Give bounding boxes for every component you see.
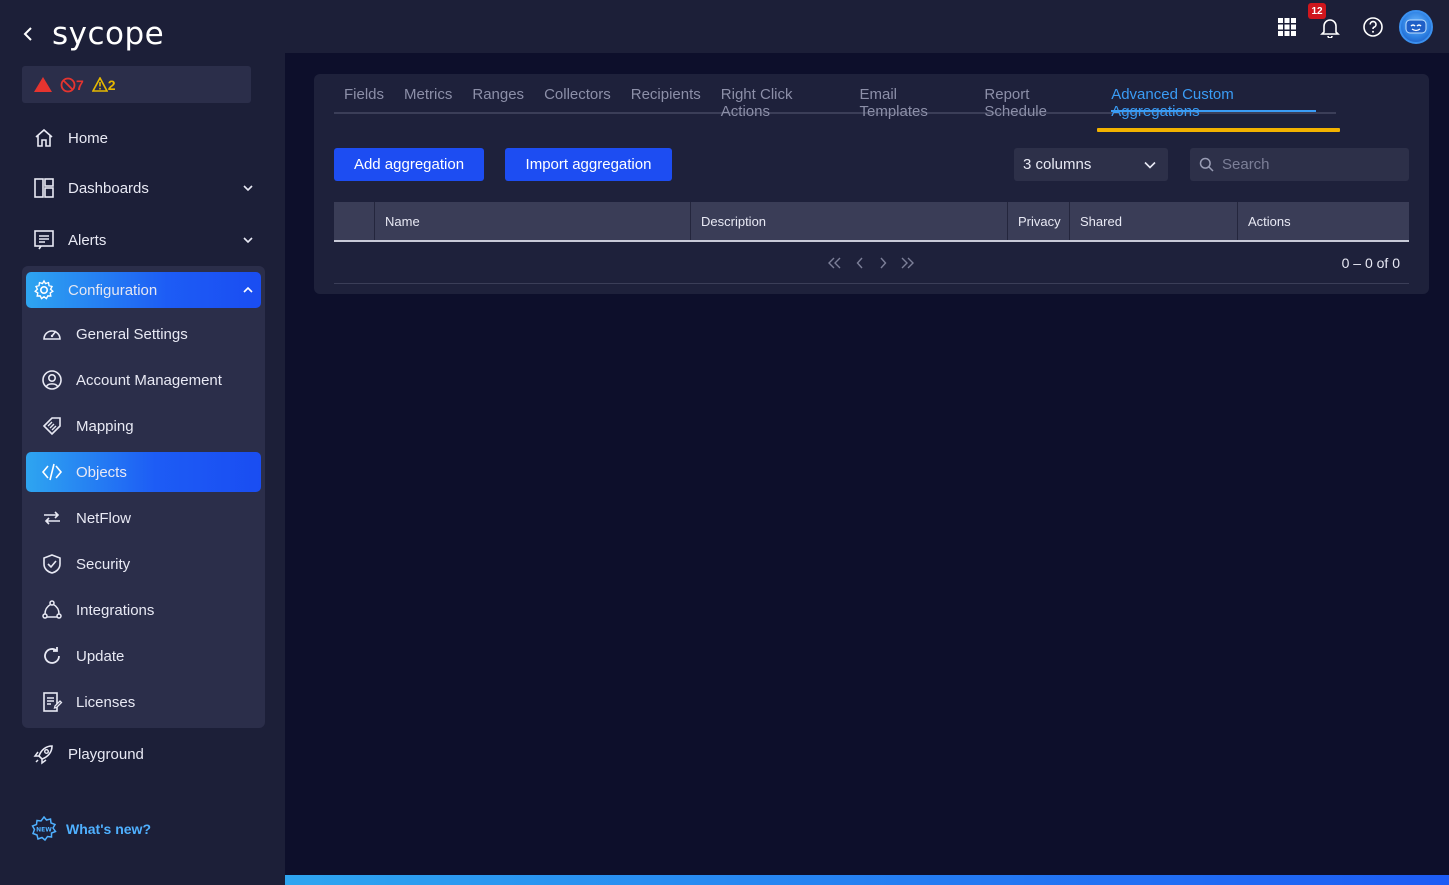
sidebar-item-objects[interactable]: Objects xyxy=(26,452,261,492)
code-icon xyxy=(40,460,64,484)
sidebar-item-label: Playground xyxy=(68,745,144,763)
chevron-down-icon xyxy=(243,185,253,192)
columns-select-value: 3 columns xyxy=(1023,156,1092,173)
sidebar-item-alerts[interactable]: Alerts xyxy=(22,220,262,260)
home-icon xyxy=(32,126,56,150)
sidebar-item-label: NetFlow xyxy=(76,509,132,527)
gauge-icon xyxy=(40,322,64,346)
svg-text:NEW: NEW xyxy=(36,827,52,834)
sidebar-item-label: Licenses xyxy=(76,693,136,711)
new-badge-icon: NEW xyxy=(30,815,58,843)
sidebar-item-security[interactable]: Security xyxy=(26,544,261,584)
chevron-down-icon xyxy=(243,237,253,244)
tab-email-templates[interactable]: Email Templates xyxy=(860,86,965,120)
tab-fields[interactable]: Fields xyxy=(344,86,384,112)
sidebar-item-label: Security xyxy=(76,555,131,573)
alert-summary[interactable]: 7 2 xyxy=(22,66,251,103)
next-page-icon[interactable] xyxy=(875,255,891,271)
sidebar-item-label: General Settings xyxy=(76,325,188,343)
previous-page-icon[interactable] xyxy=(852,255,868,271)
import-aggregation-button[interactable]: Import aggregation xyxy=(505,148,672,181)
column-header-description[interactable]: Description xyxy=(691,202,1008,240)
sidebar-item-playground[interactable]: Playground xyxy=(22,734,262,774)
column-header-actions[interactable]: Actions xyxy=(1238,202,1409,240)
column-header-privacy[interactable]: Privacy xyxy=(1008,202,1070,240)
sidebar-item-home[interactable]: Home xyxy=(22,118,262,158)
sidebar-item-update[interactable]: Update xyxy=(26,636,261,676)
column-header-name[interactable]: Name xyxy=(375,202,691,240)
sidebar-item-label: Dashboards xyxy=(68,179,149,197)
sidebar-item-account-management[interactable]: Account Management xyxy=(26,360,261,400)
bottom-accent-bar xyxy=(285,875,1449,885)
shield-check-icon xyxy=(40,552,64,576)
first-page-icon[interactable] xyxy=(827,255,843,271)
notification-badge: 12 xyxy=(1308,3,1326,19)
sidebar-item-label: Update xyxy=(76,647,125,665)
robot-face-icon xyxy=(1405,19,1427,34)
critical-count: 7 xyxy=(76,76,84,93)
refresh-icon xyxy=(40,644,64,668)
sidebar-item-label: Account Management xyxy=(76,371,222,389)
rocket-icon xyxy=(32,742,56,766)
add-aggregation-button[interactable]: Add aggregation xyxy=(334,148,484,181)
alerts-list-icon xyxy=(32,228,56,252)
table-header: Name Description Privacy Shared Actions xyxy=(334,202,1409,242)
tag-icon xyxy=(40,414,64,438)
chevron-down-icon xyxy=(1144,161,1156,169)
sidebar-item-netflow[interactable]: NetFlow xyxy=(26,498,261,538)
apps-grid-icon[interactable] xyxy=(1274,14,1300,40)
warning-count: 2 xyxy=(107,76,116,93)
chevron-up-icon xyxy=(243,286,253,293)
sidebar-item-configuration[interactable]: Configuration xyxy=(26,272,261,308)
integrations-icon xyxy=(40,598,64,622)
settings-tabs: Fields Metrics Ranges Collectors Recipie… xyxy=(334,86,1336,120)
tab-report-schedule[interactable]: Report Schedule xyxy=(984,86,1091,120)
arrows-exchange-icon xyxy=(40,506,64,530)
tab-advanced-custom-aggregations[interactable]: Advanced Custom Aggregations xyxy=(1111,86,1316,120)
tab-right-click-actions[interactable]: Right Click Actions xyxy=(721,86,840,120)
tab-collectors[interactable]: Collectors xyxy=(544,86,611,112)
tab-recipients[interactable]: Recipients xyxy=(631,86,701,112)
sidebar: sycope 7 2 Home Dashboards Alerts Config… xyxy=(0,0,285,885)
sidebar-item-label: Configuration xyxy=(68,281,158,299)
search-input[interactable] xyxy=(1222,156,1402,173)
brand: sycope xyxy=(20,14,164,54)
select-column-header[interactable] xyxy=(334,202,375,240)
tab-metrics[interactable]: Metrics xyxy=(404,86,452,112)
sidebar-item-label: Mapping xyxy=(76,417,134,435)
warning-alerts[interactable]: 2 xyxy=(91,76,116,93)
sidebar-item-general-settings[interactable]: General Settings xyxy=(26,314,261,354)
column-header-shared[interactable]: Shared xyxy=(1070,202,1238,240)
last-page-icon[interactable] xyxy=(899,255,915,271)
sidebar-item-licenses[interactable]: Licenses xyxy=(26,682,261,722)
sidebar-item-mapping[interactable]: Mapping xyxy=(26,406,261,446)
gear-icon xyxy=(33,279,55,301)
whats-new-label: What's new? xyxy=(66,821,151,837)
pagination: 0 – 0 of 0 xyxy=(334,248,1409,284)
alarm-triangle-icon xyxy=(34,77,52,92)
pagination-range: 0 – 0 of 0 xyxy=(1341,255,1400,271)
collapse-sidebar-icon[interactable] xyxy=(20,26,36,42)
columns-select[interactable]: 3 columns xyxy=(1014,148,1168,181)
critical-alerts[interactable]: 7 xyxy=(60,77,84,93)
warning-icon xyxy=(91,77,108,92)
user-circle-icon xyxy=(40,368,64,392)
sidebar-item-integrations[interactable]: Integrations xyxy=(26,590,261,630)
sidebar-item-label: Alerts xyxy=(68,231,107,249)
help-icon[interactable] xyxy=(1360,14,1386,40)
whats-new-link[interactable]: NEW What's new? xyxy=(30,814,151,844)
license-document-icon xyxy=(40,690,64,714)
tab-ranges[interactable]: Ranges xyxy=(472,86,524,112)
sidebar-item-label: Integrations xyxy=(76,601,155,619)
brand-logo[interactable]: sycope xyxy=(52,16,164,52)
sidebar-item-label: Home xyxy=(68,129,109,147)
blocked-icon xyxy=(60,77,76,92)
sidebar-item-label: Objects xyxy=(76,463,127,481)
avatar[interactable] xyxy=(1399,10,1433,44)
dashboard-icon xyxy=(32,176,56,200)
search-icon xyxy=(1198,157,1214,173)
search-box xyxy=(1190,148,1409,181)
tab-highlight xyxy=(1097,128,1340,132)
sidebar-item-dashboards[interactable]: Dashboards xyxy=(22,168,262,208)
